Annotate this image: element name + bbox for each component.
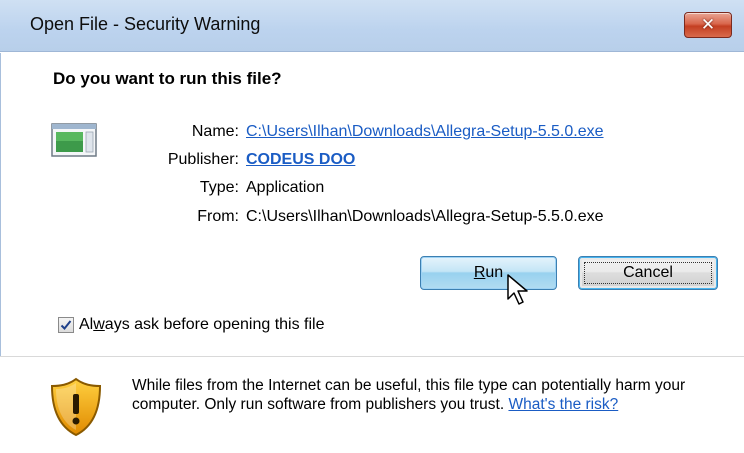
run-label: un	[485, 264, 504, 281]
close-icon: ✕	[700, 15, 716, 34]
dialog-question: Do you want to run this file?	[53, 69, 282, 88]
checkmark-icon	[60, 320, 72, 330]
publisher-link[interactable]: CODEUS DOO	[246, 151, 355, 169]
always-ask-accesskey: w	[93, 316, 105, 333]
warning-message: While files from the Internet can be use…	[132, 376, 722, 414]
security-warning-dialog: Open File - Security Warning ✕ Do you wa…	[0, 0, 744, 453]
warning-panel: While files from the Internet can be use…	[0, 357, 744, 453]
window-title: Open File - Security Warning	[30, 14, 261, 34]
cancel-button[interactable]: Cancel	[578, 256, 718, 290]
run-accesskey: R	[473, 264, 486, 281]
from-value: C:\Users\Ilhan\Downloads\Allegra-Setup-5…	[246, 208, 604, 225]
always-ask-label-rest: ays ask before opening this file	[104, 316, 325, 333]
from-label: From:	[197, 208, 239, 225]
always-ask-checkbox[interactable]	[58, 317, 74, 333]
cancel-label: Cancel	[623, 264, 673, 281]
run-button[interactable]: Run	[420, 256, 557, 290]
close-button[interactable]: ✕	[684, 12, 732, 38]
publisher-label: Publisher:	[167, 151, 239, 168]
name-label: Name:	[191, 123, 239, 140]
warning-shield-icon	[50, 377, 102, 437]
dialog-body: Do you want to run this file? Name: C:\U…	[0, 53, 744, 356]
mouse-pointer-icon	[507, 274, 528, 305]
title-bar[interactable]: Open File - Security Warning ✕	[0, 0, 744, 52]
always-ask-label: Always ask before opening this file	[79, 316, 324, 334]
whats-the-risk-link[interactable]: What's the risk?	[508, 396, 618, 413]
always-ask-option[interactable]: Always ask before opening this file	[58, 315, 324, 335]
file-name-link[interactable]: C:\Users\Ilhan\Downloads\Allegra-Setup-5…	[246, 123, 604, 141]
always-ask-label-part: Al	[79, 316, 94, 333]
type-value: Application	[246, 179, 325, 196]
type-label: Type:	[199, 179, 239, 196]
